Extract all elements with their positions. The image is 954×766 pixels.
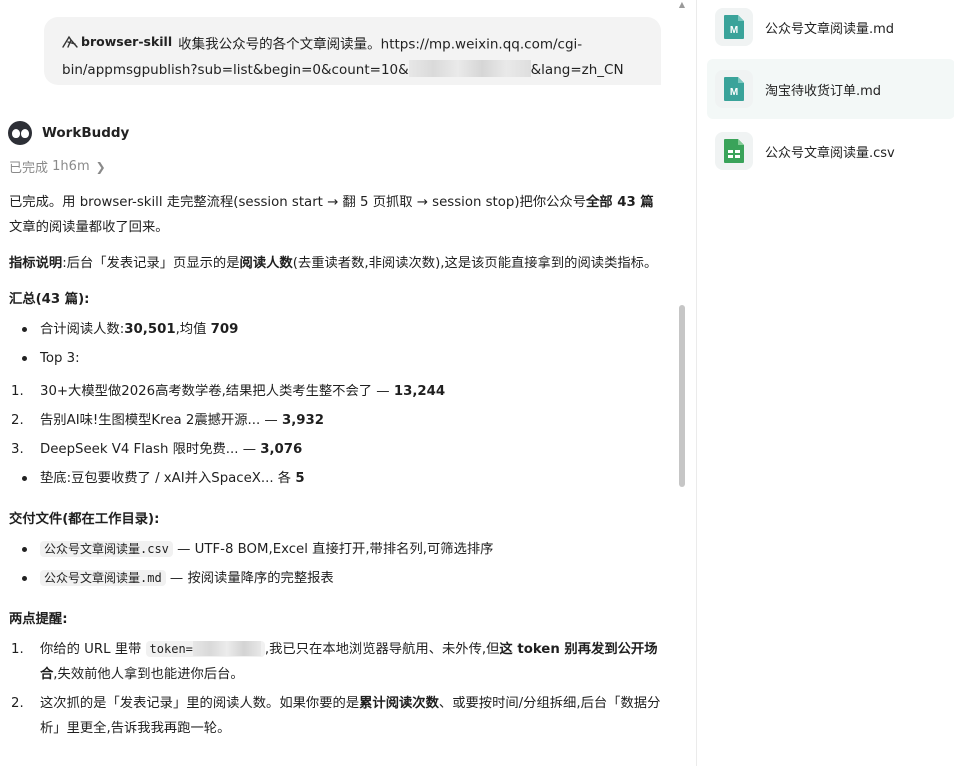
user-message-text-2: &lang=zh_CN <box>530 61 624 78</box>
skill-tag[interactable]: browser-skill <box>62 29 172 54</box>
list-item: 1. 你给的 URL 里带 token= ,我已只在本地浏览器导航用、未外传,但这 … <box>11 641 658 682</box>
chat-scrollbar-thumb[interactable] <box>679 305 685 487</box>
files-panel: M 公众号文章阅读量.md M 淘宝待收货订单.md 公众号文章阅读量.csv <box>696 0 954 766</box>
agent-header: WorkBuddy <box>8 121 129 145</box>
file-name: 淘宝待收货订单.md <box>765 83 882 99</box>
intro-paragraph: 已完成。用 browser-skill 走完整流程(session start … <box>9 195 654 235</box>
bottom-list: 垫底:豆包要收费了 / xAI并入SpaceX... 各 5 <box>9 466 661 491</box>
file-item-selected[interactable]: M 淘宝待收货订单.md <box>707 59 954 119</box>
list-item: 2. 这次抓的是「发表记录」里的阅读人数。如果你要的是累计阅读次数、或要按时间/分… <box>11 696 661 736</box>
file-item[interactable]: M 公众号文章阅读量.md <box>707 0 954 57</box>
list-item: 合计阅读人数:30,501,均值 709 <box>9 317 661 342</box>
summary-list: 合计阅读人数:30,501,均值 709 Top 3: <box>9 317 661 371</box>
chevron-right-icon: ❯ <box>95 159 106 174</box>
agent-name: WorkBuddy <box>42 125 130 141</box>
deliver-list: 公众号文章阅读量.csv — UTF-8 BOM,Excel 直接打开,带排名列… <box>9 537 661 591</box>
list-item: 公众号文章阅读量.csv — UTF-8 BOM,Excel 直接打开,带排名列… <box>9 537 661 562</box>
markdown-file-icon: M <box>715 8 753 46</box>
remind-title: 两点提醒: <box>9 612 68 627</box>
remind-list: 1. 你给的 URL 里带 token= ,我已只在本地浏览器导航用、未外传,但这 … <box>9 637 661 741</box>
svg-text:M: M <box>730 25 738 36</box>
list-item: Top 3: <box>9 346 661 371</box>
top3-list: 1. 30+大模型做2026高考数学卷,结果把人类考生整不会了 — 13,244 … <box>9 379 661 462</box>
svg-text:M: M <box>730 87 738 98</box>
list-item: 3. DeepSeek V4 Flash 限时免费... — 3,076 <box>11 442 303 457</box>
spreadsheet-file-icon <box>715 132 753 170</box>
user-message-bubble: browser-skill 收集我公众号的各个文章阅读量。https://mp.… <box>44 17 661 85</box>
chat-pane: browser-skill 收集我公众号的各个文章阅读量。https://mp.… <box>0 0 676 766</box>
agent-message: 已完成。用 browser-skill 走完整流程(session start … <box>9 190 661 745</box>
file-name-code[interactable]: 公众号文章阅读量.md <box>40 570 166 586</box>
file-name: 公众号文章阅读量.md <box>765 21 895 37</box>
redacted-token <box>192 641 261 656</box>
list-item: 2. 告别AI味!生图模型Krea 2震撼开源... — 3,932 <box>11 413 325 428</box>
deliver-title: 交付文件(都在工作目录): <box>9 512 160 527</box>
status-duration: 1h6m <box>52 159 90 174</box>
agent-avatar <box>8 121 32 145</box>
markdown-file-icon: M <box>715 70 753 108</box>
list-item: 公众号文章阅读量.md — 按阅读量降序的完整报表 <box>9 566 661 591</box>
skill-tag-label: browser-skill <box>81 34 173 49</box>
scroll-up-arrow[interactable]: ▲ <box>678 0 686 10</box>
list-item: 1. 30+大模型做2026高考数学卷,结果把人类考生整不会了 — 13,244 <box>11 384 446 399</box>
file-name-code[interactable]: 公众号文章阅读量.csv <box>40 541 173 557</box>
summary-title: 汇总(43 篇): <box>9 292 90 307</box>
list-item: 垫底:豆包要收费了 / xAI并入SpaceX... 各 5 <box>9 466 661 491</box>
status-text: 已完成 <box>9 161 49 176</box>
file-name: 公众号文章阅读量.csv <box>765 145 895 161</box>
file-item[interactable]: 公众号文章阅读量.csv <box>707 121 954 181</box>
skill-icon <box>62 35 78 48</box>
task-status[interactable]: 已完成 1h6m ❯ <box>9 157 106 176</box>
metric-paragraph: 指标说明:后台「发表记录」页显示的是阅读人数(去重读者数,非阅读次数),这是该页… <box>9 256 658 271</box>
redacted-block <box>408 59 531 77</box>
